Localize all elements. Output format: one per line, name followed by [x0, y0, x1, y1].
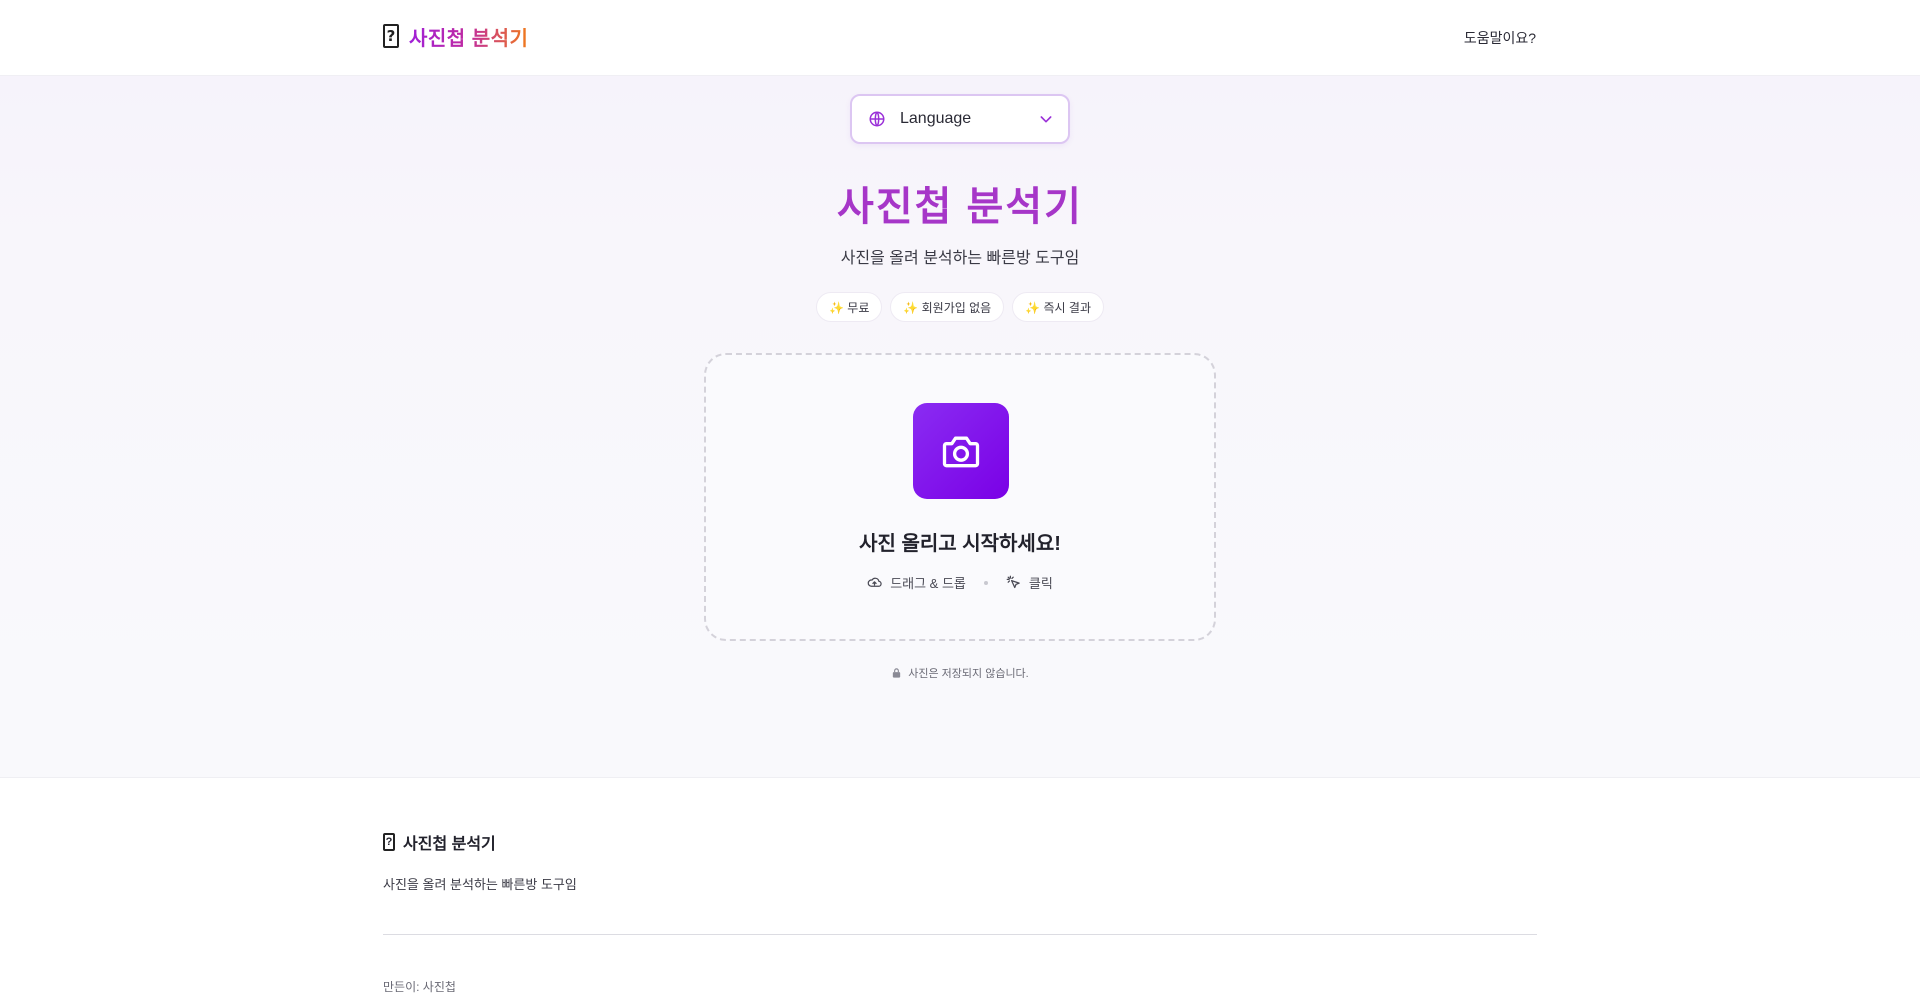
meta-click-label: 클릭	[1028, 576, 1053, 591]
meta-separator	[983, 580, 988, 585]
language-label: Language	[900, 110, 972, 127]
upload-dropzone[interactable]: 사진 올리고 시작하세요! 드래그 & 드롭 클릭	[704, 353, 1216, 641]
footer-divider	[383, 934, 1537, 935]
top-header: ? 사진첩 분석기 도움말이요?	[0, 0, 1920, 76]
footer-title-text: 사진첩 분석기	[403, 836, 496, 853]
footer-icon: ?	[383, 833, 395, 851]
footer-meta: 만든이: 사진첩	[383, 980, 456, 993]
meta-drag-drop-label: 드래그 & 드롭	[890, 576, 966, 591]
dropzone-meta: 드래그 & 드롭 클릭	[706, 573, 1214, 592]
footer-description: 사진을 올려 분석하는 빠른방 도구임	[383, 877, 577, 892]
cloud-upload-icon	[867, 577, 882, 587]
brand-name: 사진첩 분석기	[409, 22, 528, 51]
lower-band	[0, 678, 1920, 778]
click-icon	[1006, 575, 1020, 589]
chip-no-signup: ✨ 회원가입 없음	[890, 292, 1005, 322]
footer-title: ? 사진첩 분석기	[383, 830, 496, 854]
chip-instant: ✨ 즉시 결과	[1012, 292, 1104, 322]
feature-chips: ✨ 무료 ✨ 회원가입 없음 ✨ 즉시 결과	[0, 292, 1920, 322]
brand-icon: ?	[383, 24, 399, 48]
dropzone-title: 사진 올리고 시작하세요!	[859, 533, 1061, 555]
page-subtitle: 사진을 올려 분석하는 빠른방 도구임	[840, 250, 1080, 267]
meta-drag-drop: 드래그 & 드롭	[867, 573, 966, 592]
language-select[interactable]: Language	[850, 94, 1070, 144]
globe-icon	[869, 111, 885, 127]
chip-free: ✨ 무료	[816, 292, 883, 322]
brand-logo[interactable]: ? 사진첩 분석기	[383, 22, 528, 50]
meta-click: 클릭	[1006, 573, 1053, 592]
camera-icon	[942, 436, 980, 468]
page-title: 사진첩 분석기	[837, 185, 1083, 229]
chevron-down-icon	[1040, 116, 1052, 123]
camera-tile	[913, 403, 1009, 499]
help-link[interactable]: 도움말이요?	[1464, 28, 1536, 48]
